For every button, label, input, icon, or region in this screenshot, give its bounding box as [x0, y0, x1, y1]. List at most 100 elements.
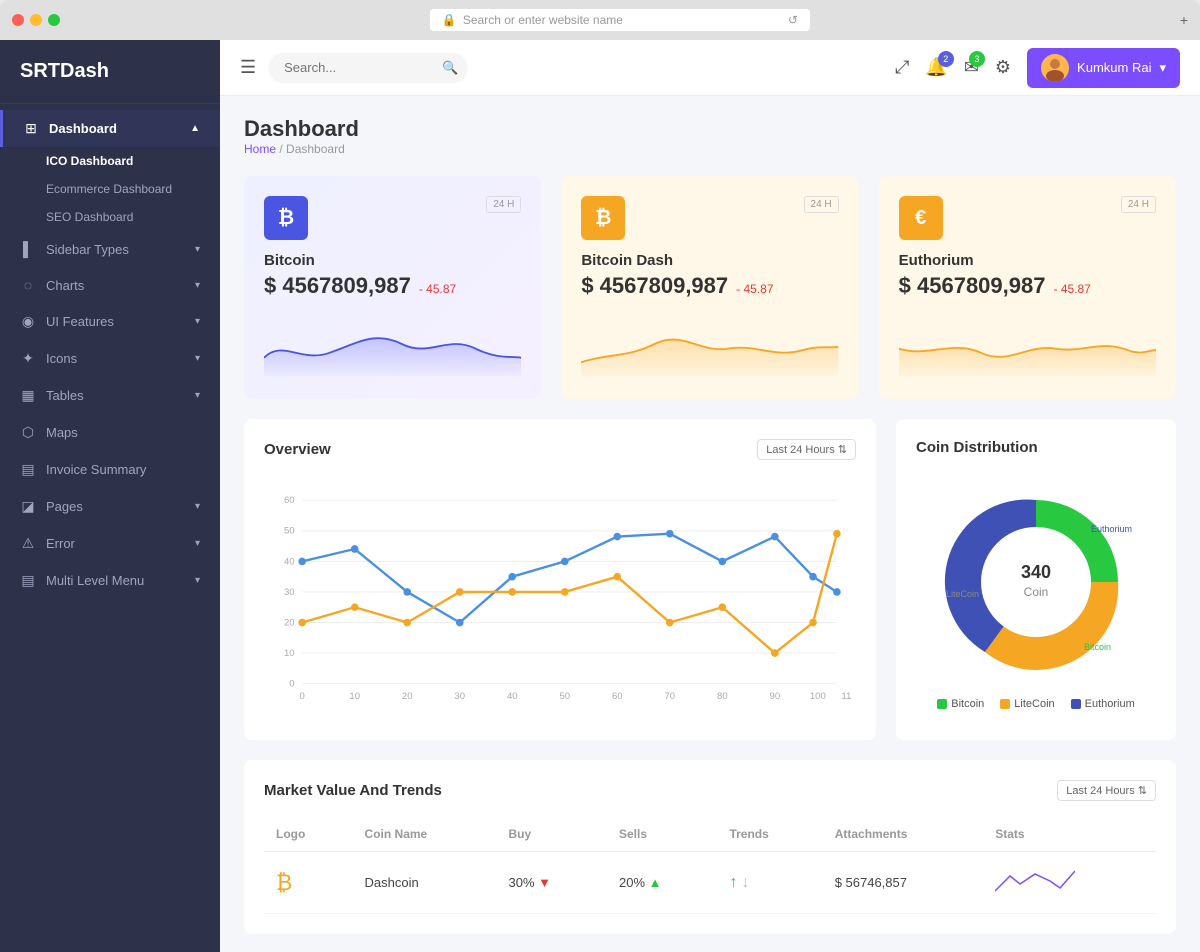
euthorium-badge: 24 H — [1121, 196, 1156, 213]
col-logo: Logo — [264, 817, 353, 852]
buy-trend-icon: ▼ — [538, 875, 551, 890]
svg-text:0: 0 — [289, 678, 294, 689]
coin-distribution-title: Coin Distribution — [916, 439, 1038, 456]
sidebar-label-ui-features: UI Features — [46, 314, 185, 329]
table-row: ₿ Dashcoin 30% ▼ 20% ▲ — [264, 852, 1156, 914]
user-menu-btn[interactable]: Kumkum Rai ▾ — [1027, 48, 1180, 88]
address-input[interactable]: 🔒 Search or enter website name ↺ — [430, 9, 810, 31]
sidebar-item-ui-features[interactable]: ◉ UI Features ▾ — [0, 303, 220, 340]
main-area: ☰ 🔍 ⤢ 🔔 2 ✉ 3 ⚙ — [220, 40, 1200, 952]
coin-distribution-card: Coin Distribution — [896, 419, 1176, 740]
sidebar-item-error[interactable]: ⚠ Error ▾ — [0, 525, 220, 562]
euthorium-change: - 45.87 — [1053, 282, 1090, 296]
sidebar-item-maps[interactable]: ⬡ Maps — [0, 414, 220, 451]
trend-arrows: ↑ ↓ — [729, 874, 810, 892]
bitcoin-change: - 45.87 — [419, 282, 456, 296]
new-tab-icon[interactable]: + — [1180, 12, 1188, 28]
svg-text:100: 100 — [810, 691, 826, 702]
settings-btn[interactable]: ⚙ — [995, 57, 1011, 78]
euthorium-legend-label: Euthorium — [1085, 698, 1135, 710]
svg-text:Euthorium: Euthorium — [1091, 524, 1132, 534]
sidebar-arrow-types: ▾ — [195, 244, 200, 255]
sidebar-sub-ecommerce[interactable]: Ecommerce Dashboard — [46, 175, 220, 203]
user-avatar — [1041, 54, 1069, 82]
menu-toggle-icon[interactable]: ☰ — [240, 57, 256, 78]
notifications-badge: 2 — [938, 51, 954, 67]
sidebar-label-dashboard: Dashboard — [49, 121, 180, 136]
sidebar-sub-ico[interactable]: ICO Dashboard — [46, 147, 220, 175]
market-table-header: Market Value And Trends Last 24 Hours ⇅ — [264, 780, 1156, 801]
sidebar-sub-dashboard: ICO Dashboard Ecommerce Dashboard SEO Da… — [0, 147, 220, 231]
litecoin-legend-dot — [1000, 699, 1010, 709]
app-wrapper: SRTDash ⊞ Dashboard ▲ ICO Dashboard Ecom… — [0, 40, 1200, 952]
messages-btn[interactable]: ✉ 3 — [964, 57, 979, 78]
messages-badge: 3 — [969, 51, 985, 67]
notifications-btn[interactable]: 🔔 2 — [925, 57, 947, 78]
search-container: 🔍 — [268, 53, 468, 83]
legend-bitcoin: Bitcoin — [937, 698, 984, 710]
market-table-filter[interactable]: Last 24 Hours ⇅ — [1057, 780, 1156, 801]
overview-chart-card: Overview Last 24 Hours ⇅ 60 — [244, 419, 876, 740]
cell-sells: 20% ▲ — [607, 852, 717, 914]
gear-icon: ⚙ — [995, 57, 1011, 77]
buy-value: 30% — [509, 875, 535, 890]
bitcoin-legend-dot — [937, 699, 947, 709]
sidebar-item-pages[interactable]: ◪ Pages ▾ — [0, 488, 220, 525]
topnav-icons: ⤢ 🔔 2 ✉ 3 ⚙ Kumkum Rai — [895, 48, 1180, 88]
svg-text:90: 90 — [770, 691, 781, 702]
resize-icon: ⤢ — [895, 57, 909, 77]
error-icon: ⚠ — [20, 535, 36, 552]
bitcoin-value: $ 4567809,987 — [264, 273, 411, 299]
sidebar-label-multilevel: Multi Level Menu — [46, 573, 185, 588]
sidebar-label-pages: Pages — [46, 499, 185, 514]
lock-icon: 🔒 — [442, 13, 457, 27]
sidebar-sub-seo[interactable]: SEO Dashboard — [46, 203, 220, 231]
sidebar: SRTDash ⊞ Dashboard ▲ ICO Dashboard Ecom… — [0, 40, 220, 952]
svg-text:50: 50 — [559, 691, 570, 702]
sidebar-label-charts: Charts — [46, 278, 185, 293]
stat-card-bitcoin-dash: ₿ 24 H Bitcoin Dash $ 4567809,987 - 45.8… — [561, 176, 858, 399]
trend-up-arrow: ↑ — [729, 874, 737, 892]
svg-text:60: 60 — [284, 495, 295, 506]
resize-icon-btn[interactable]: ⤢ — [895, 57, 909, 78]
sidebar-item-charts[interactable]: ◌ Charts ▾ — [0, 267, 220, 303]
minimize-button[interactable] — [30, 14, 42, 26]
sidebar-item-icons[interactable]: ✦ Icons ▾ — [0, 340, 220, 377]
svg-text:0: 0 — [300, 691, 305, 702]
close-button[interactable] — [12, 14, 24, 26]
euthorium-chart — [899, 309, 1156, 379]
sidebar-arrow-error: ▾ — [195, 538, 200, 549]
bitcoin-dash-chart — [581, 309, 838, 379]
sidebar-item-invoice[interactable]: ▤ Invoice Summary — [0, 451, 220, 488]
maximize-button[interactable] — [48, 14, 60, 26]
search-input[interactable] — [284, 60, 434, 75]
sidebar-item-dashboard[interactable]: ⊞ Dashboard ▲ — [0, 110, 220, 147]
tables-icon: ▦ — [20, 387, 36, 404]
donut-chart: 340 Coin Euthorium LiteCoin Bitcoin — [936, 482, 1136, 682]
invoice-icon: ▤ — [20, 461, 36, 478]
sidebar-item-tables[interactable]: ▦ Tables ▾ — [0, 377, 220, 414]
charts-row: Overview Last 24 Hours ⇅ 60 — [244, 419, 1176, 740]
col-attachments: Attachments — [823, 817, 984, 852]
sidebar-item-sidebar-types[interactable]: ▌ Sidebar Types ▾ — [0, 231, 220, 267]
cell-coin-name: Dashcoin — [353, 852, 497, 914]
breadcrumb-home[interactable]: Home — [244, 142, 276, 156]
bitcoin-icon: ₿ — [264, 196, 308, 240]
bitcoin-dash-value: $ 4567809,987 — [581, 273, 728, 299]
browser-chrome: 🔒 Search or enter website name ↺ + — [0, 0, 1200, 40]
sidebar-label-maps: Maps — [46, 425, 200, 440]
legend-litecoin: LiteCoin — [1000, 698, 1054, 710]
sidebar-arrow-multilevel: ▾ — [195, 575, 200, 586]
icons-icon: ✦ — [20, 350, 36, 367]
col-stats: Stats — [983, 817, 1156, 852]
charts-icon: ◌ — [20, 277, 36, 293]
svg-text:10: 10 — [284, 648, 295, 659]
svg-text:20: 20 — [402, 691, 413, 702]
sidebar-item-multilevel[interactable]: ▤ Multi Level Menu ▾ — [0, 562, 220, 599]
cell-stats — [983, 852, 1156, 914]
svg-text:30: 30 — [284, 587, 295, 598]
svg-text:Bitcoin: Bitcoin — [1084, 642, 1111, 652]
overview-filter[interactable]: Last 24 Hours ⇅ — [757, 439, 856, 460]
sidebar-nav: ⊞ Dashboard ▲ ICO Dashboard Ecommerce Da… — [0, 104, 220, 605]
dashcoin-logo-icon: ₿ — [276, 870, 292, 895]
